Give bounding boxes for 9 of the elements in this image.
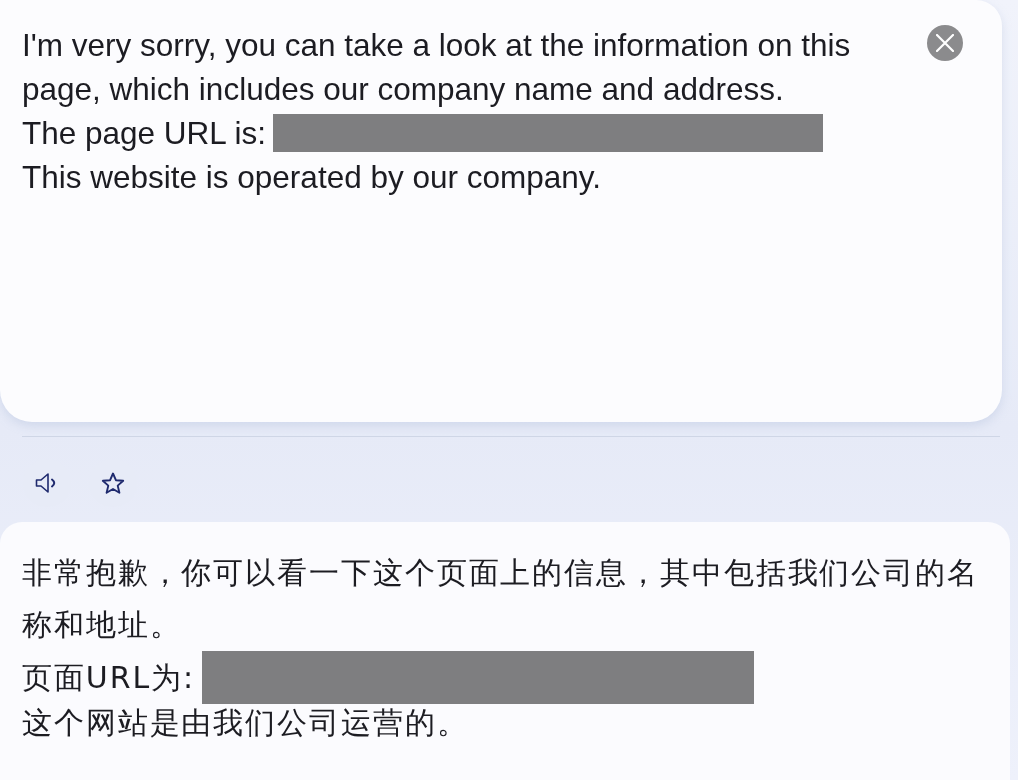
url-label: The page URL is: <box>22 114 266 153</box>
closing-text: 这个网站是由我们公司运营的。 <box>22 704 470 742</box>
close-icon <box>936 34 954 52</box>
reply-paragraph: I'm very sorry, you can take a look at the information on this page, which includes our company name and address. <box>22 26 852 109</box>
translation-paragraph: 非常抱歉，你可以看一下这个页面上的信息，其中包括我们公司的名称和地址。 <box>22 554 980 644</box>
close-button[interactable] <box>927 25 963 61</box>
url-label: 页面URL为: <box>22 658 195 697</box>
star-icon <box>101 471 125 495</box>
closing-text: This website is operated by our company. <box>22 158 602 197</box>
